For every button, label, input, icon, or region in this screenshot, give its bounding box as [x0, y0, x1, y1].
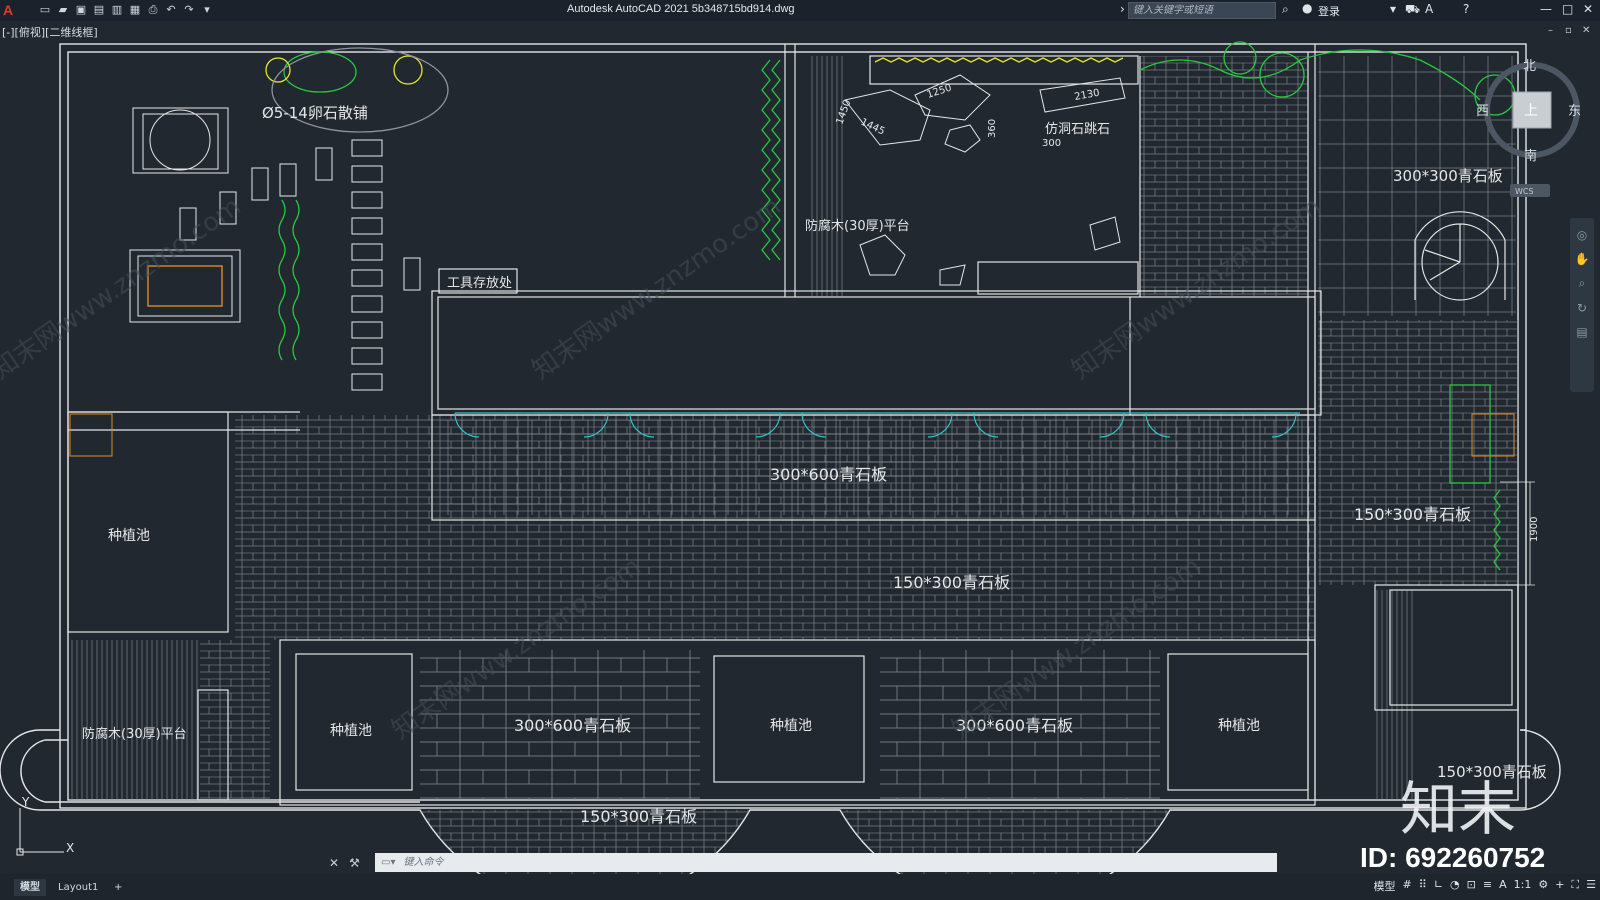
viewport-close-icon[interactable]: ✕ [1582, 25, 1590, 36]
ortho-icon[interactable]: ∟ [1434, 878, 1443, 894]
label-planter-3: 种植池 [1218, 718, 1260, 734]
annotation-icon[interactable]: A [1499, 878, 1507, 894]
viewport-control[interactable]: [-][俯视][二维线框] [2, 24, 98, 40]
autodesk-a360-icon[interactable]: A [1425, 2, 1433, 16]
dim-2130: 2130 [1074, 88, 1101, 103]
command-line-controls: ✕ ⚒ [325, 856, 375, 870]
snap-icon[interactable]: ⠿ [1419, 878, 1427, 894]
watermark-text-2: 知末网www.znzmo.com [527, 191, 787, 385]
steering-wheel-icon[interactable]: ◎ [1570, 228, 1594, 242]
search-icon[interactable]: ⌕ [1282, 2, 1289, 17]
label-wood-platform-top: 防腐木(30厚)平台 [805, 218, 910, 234]
login-button[interactable]: 登录 [1318, 3, 1340, 19]
watermark-text-1: 知末网www.znzmo.com [0, 191, 247, 385]
publish-icon[interactable]: ▥ [110, 3, 124, 17]
chevron-down-icon[interactable]: ▾ [1390, 2, 1396, 16]
saveas-icon[interactable]: ▤ [92, 3, 106, 17]
scale-button[interactable]: 1:1 [1514, 878, 1532, 894]
quick-access-toolbar: ▭ ▰ ▣ ▤ ▥ ▦ ⎙ ↶ ↷ ▾ [38, 3, 214, 17]
stepping-stones [844, 74, 1126, 286]
title-bar: A ▭ ▰ ▣ ▤ ▥ ▦ ⎙ ↶ ↷ ▾ Autodesk AutoCAD 2… [0, 0, 1600, 21]
label-tool-storage: 工具存放处 [447, 276, 512, 291]
ucs-icon [16, 808, 64, 856]
dim-1250: 1250 [926, 83, 954, 101]
viewport-restore-icon[interactable]: ▫ [1565, 25, 1572, 36]
redo-icon[interactable]: ↷ [182, 3, 196, 17]
user-icon[interactable]: ● [1302, 1, 1312, 15]
cart-icon[interactable]: ⛟ [1405, 2, 1420, 18]
maximize-icon[interactable]: □ [1562, 2, 1573, 16]
plot-icon[interactable]: ▦ [128, 3, 142, 17]
help-icon[interactable]: ? [1463, 2, 1469, 16]
orbit-icon[interactable]: ↻ [1570, 301, 1594, 315]
osnap-icon[interactable]: ⊡ [1467, 878, 1476, 894]
new-icon[interactable]: ▭ [38, 3, 52, 17]
tab-model[interactable]: 模型 [14, 879, 46, 896]
dim-360: 360 [987, 119, 998, 138]
status-bar: 模型 # ⠿ ∟ ◔ ⊡ ≡ A 1:1 ⚙ + ⛶ ☰ [1374, 878, 1596, 894]
label-planter-1: 种植池 [330, 723, 372, 739]
viewcube-east[interactable]: 东 [1568, 104, 1581, 119]
plus-icon[interactable]: + [1555, 878, 1564, 894]
label-bluestone-150-300-bottom: 150*300青石板 [580, 807, 697, 826]
svg-text:X: X [66, 841, 74, 855]
window-title: Autodesk AutoCAD 2021 5b348715bd914.dwg [567, 3, 795, 15]
viewport-bar: [-][俯视][二维线框] – ▫ ✕ [0, 21, 1600, 40]
chevron-right-icon[interactable]: › [1120, 2, 1125, 16]
command-input[interactable]: ▭▾ 键入命令 [375, 853, 1277, 872]
zoom-icon[interactable]: ⌕ [1570, 276, 1594, 291]
label-planter-left: 种植池 [108, 528, 150, 544]
lineweight-icon[interactable]: ≡ [1483, 878, 1492, 894]
undo-icon[interactable]: ↶ [164, 3, 178, 17]
print-icon[interactable]: ⎙ [146, 3, 160, 17]
gear-icon[interactable]: ⚙ [1538, 878, 1548, 894]
fullscreen-icon[interactable]: ⛶ [1571, 878, 1579, 894]
close-icon[interactable]: ✕ [1583, 2, 1593, 16]
polar-icon[interactable]: ◔ [1450, 878, 1460, 894]
minimize-icon[interactable]: — [1540, 2, 1552, 16]
label-wood-platform-left: 防腐木(30厚)平台 [82, 726, 187, 742]
label-stepping-stone: 仿洞石跳石 [1045, 122, 1110, 137]
brand-watermark: 知末 [1400, 775, 1517, 843]
pan-icon[interactable]: ✋ [1570, 252, 1594, 266]
grid-icon[interactable]: # [1403, 878, 1412, 894]
dim-1445: 1445 [859, 117, 887, 138]
showmotion-icon[interactable]: ▤ [1570, 325, 1594, 339]
label-pebble: Ø5-14卵石散铺 [262, 104, 368, 122]
more-icon[interactable]: ▾ [200, 3, 214, 17]
menu-icon[interactable]: ☰ [1586, 878, 1596, 894]
viewcube-wcs[interactable]: WCS [1515, 187, 1534, 196]
viewcube-south[interactable]: 南 [1524, 148, 1537, 164]
viewcube-top[interactable]: 上 [1524, 103, 1538, 119]
viewcube-north[interactable]: 北 [1523, 59, 1536, 74]
command-line: ✕ ⚒ ▭▾ 键入命令 [325, 853, 1277, 872]
command-history-icon[interactable]: ▭▾ [381, 853, 395, 872]
svg-text:Y: Y [21, 795, 30, 809]
viewport-minimize-icon[interactable]: – [1548, 25, 1553, 36]
tab-add[interactable]: + [108, 879, 128, 896]
label-bluestone-150-300-center: 150*300青石板 [893, 573, 1010, 592]
open-icon[interactable]: ▰ [56, 3, 70, 17]
dim-1900: 1900 [1529, 517, 1540, 542]
search-input[interactable]: 键入关键字或短语 [1128, 2, 1276, 19]
watermark-id: ID: 692260752 [1360, 842, 1546, 873]
autocad-logo-icon[interactable]: A [3, 2, 13, 18]
dim-300: 300 [1042, 138, 1061, 149]
navigation-bar: ◎ ✋ ⌕ ↻ ▤ [1570, 218, 1594, 392]
drawing-canvas[interactable]: Y X 北 南 东 西 上 WCS Ø5-14卵石散铺 工具存放处 仿洞石跳石 … [0, 40, 1600, 874]
model-space-button[interactable]: 模型 [1374, 878, 1396, 894]
close-command-icon[interactable]: ✕ [329, 856, 339, 870]
command-placeholder: 键入命令 [403, 857, 444, 868]
tab-layout1[interactable]: Layout1 [52, 879, 104, 896]
label-bluestone-300-600-left: 300*600青石板 [514, 716, 631, 735]
label-bluestone-300-600-mid: 300*600青石板 [770, 465, 887, 484]
label-bluestone-300-300: 300*300青石板 [1393, 167, 1503, 185]
customize-icon[interactable]: ⚒ [349, 856, 360, 870]
save-icon[interactable]: ▣ [74, 3, 88, 17]
viewcube-west[interactable]: 西 [1476, 104, 1489, 119]
label-bluestone-150-300-right: 150*300青石板 [1354, 505, 1471, 524]
label-planter-2: 种植池 [770, 718, 812, 734]
layout-tabs: 模型 Layout1 + [0, 874, 1600, 900]
